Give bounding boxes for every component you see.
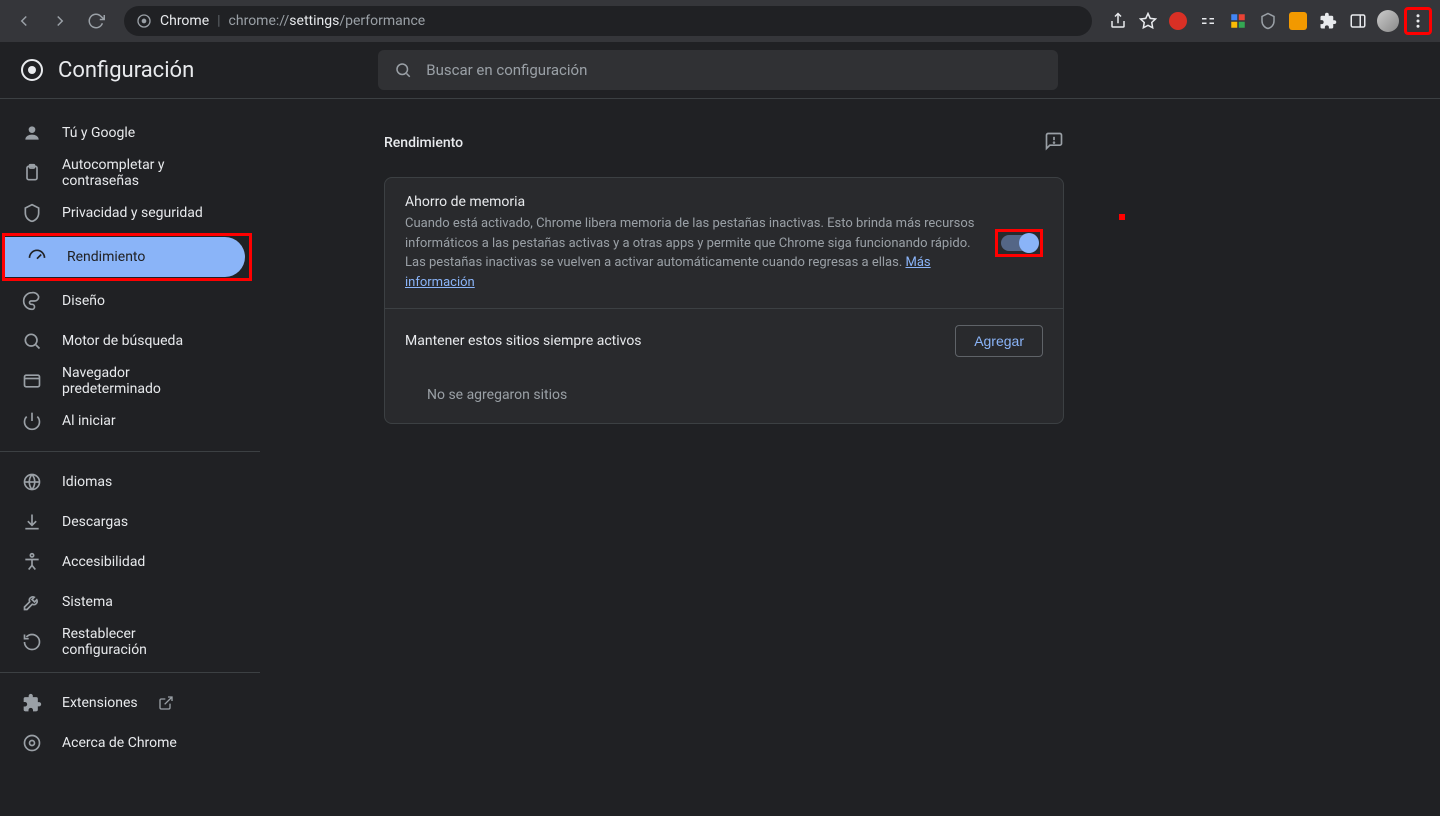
memory-saver-desc: Cuando está activado, Chrome libera memo… [405,214,979,292]
sidebar-item-extensions[interactable]: Extensiones [0,683,242,723]
shield-icon [22,203,42,223]
sidebar-item-label: Tú y Google [62,125,135,141]
search-placeholder: Buscar en configuración [426,61,587,79]
sidebar-item-label: Privacidad y seguridad [62,205,203,221]
memory-saver-toggle[interactable] [1001,235,1037,251]
sidebar-item-downloads[interactable]: Descargas [0,502,242,542]
highlight-toggle [995,229,1043,257]
sidebar-item-performance[interactable]: Rendimiento [5,237,245,277]
wrench-icon [22,592,42,612]
sidebar-item-label: Descargas [62,514,128,530]
settings-main: Rendimiento Ahorro de memoria Cuando est… [260,99,1440,816]
memory-saver-title: Ahorro de memoria [405,194,979,210]
extension-icon-4[interactable] [1254,7,1282,35]
sidebar-item-label: Motor de búsqueda [62,333,183,349]
add-site-button[interactable]: Agregar [955,325,1043,357]
accessibility-icon [22,552,42,572]
sidebar-item-label: Accesibilidad [62,554,145,570]
back-button[interactable] [8,5,40,37]
extension-icon-2[interactable] [1194,7,1222,35]
extension-icon-3[interactable] [1224,7,1252,35]
sidebar-item-label: Acerca de Chrome [62,735,177,751]
extensions-puzzle-icon[interactable] [1314,7,1342,35]
power-icon [22,411,42,431]
sidebar-item-system[interactable]: Sistema [0,582,242,622]
sidebar-item-autofill[interactable]: Autocompletar y contraseñas [0,153,242,193]
empty-sites-message: No se agregaron sitios [385,373,1063,423]
download-icon [22,512,42,532]
speed-icon [27,247,47,267]
extension-icon [22,693,42,713]
reload-button[interactable] [80,5,112,37]
sidebar-item-label: Diseño [62,293,105,309]
sidebar-item-label: Navegador predeterminado [62,365,220,397]
window-icon [22,371,42,391]
side-panel-icon[interactable] [1344,7,1372,35]
bookmark-star-icon[interactable] [1134,7,1162,35]
settings-sidebar: Tú y Google Autocompletar y contraseñas … [0,99,260,816]
profile-avatar[interactable] [1374,7,1402,35]
feedback-icon[interactable] [1044,131,1064,155]
chrome-icon [22,733,42,753]
sidebar-item-label: Idiomas [62,474,112,490]
chrome-icon [136,13,152,29]
sidebar-item-label: Extensiones [62,695,138,711]
address-product-label: Chrome [160,13,209,29]
sidebar-item-search-engine[interactable]: Motor de búsqueda [0,321,242,361]
sidebar-item-on-startup[interactable]: Al iniciar [0,401,242,441]
memory-saver-row: Ahorro de memoria Cuando está activado, … [385,178,1063,308]
extension-icon-1[interactable] [1164,7,1192,35]
sidebar-item-about-chrome[interactable]: Acerca de Chrome [0,723,242,763]
sidebar-item-label: Sistema [62,594,113,610]
globe-icon [22,472,42,492]
settings-header: Configuración Buscar en configuración [0,42,1440,98]
person-icon [22,123,42,143]
search-icon [22,331,42,351]
page-title: Configuración [58,58,194,83]
highlight-performance: Rendimiento [2,233,252,281]
section-title: Rendimiento [384,135,463,151]
clipboard-icon [22,163,42,183]
address-bar[interactable]: Chrome | chrome://settings/performance [124,6,1092,36]
sidebar-item-privacy[interactable]: Privacidad y seguridad [0,193,242,233]
annotation-dot [1119,214,1125,220]
always-active-title: Mantener estos sitios siempre activos [405,333,939,349]
sidebar-item-appearance[interactable]: Diseño [0,281,242,321]
settings-search[interactable]: Buscar en configuración [378,50,1058,90]
sidebar-item-label: Restablecer configuración [62,626,220,658]
sidebar-item-label: Rendimiento [67,249,145,265]
sidebar-item-accessibility[interactable]: Accesibilidad [0,542,242,582]
sidebar-item-languages[interactable]: Idiomas [0,462,242,502]
toolbar-right-icons [1104,7,1432,35]
restore-icon [22,632,42,652]
sidebar-item-label: Autocompletar y contraseñas [62,157,220,189]
performance-card: Ahorro de memoria Cuando está activado, … [384,177,1064,424]
external-link-icon [158,695,174,711]
browser-toolbar: Chrome | chrome://settings/performance [0,0,1440,42]
kebab-menu-button[interactable] [1404,7,1432,35]
sidebar-item-reset[interactable]: Restablecer configuración [0,622,242,662]
palette-icon [22,291,42,311]
sidebar-item-default-browser[interactable]: Navegador predeterminado [0,361,242,401]
extension-icon-5[interactable] [1284,7,1312,35]
share-icon[interactable] [1104,7,1132,35]
sidebar-item-you-and-google[interactable]: Tú y Google [0,113,242,153]
chrome-logo-icon [20,58,44,82]
always-active-row: Mantener estos sitios siempre activos Ag… [385,308,1063,373]
forward-button[interactable] [44,5,76,37]
address-url: chrome://settings/performance [229,13,426,29]
sidebar-item-label: Al iniciar [62,413,116,429]
search-icon [394,61,412,79]
